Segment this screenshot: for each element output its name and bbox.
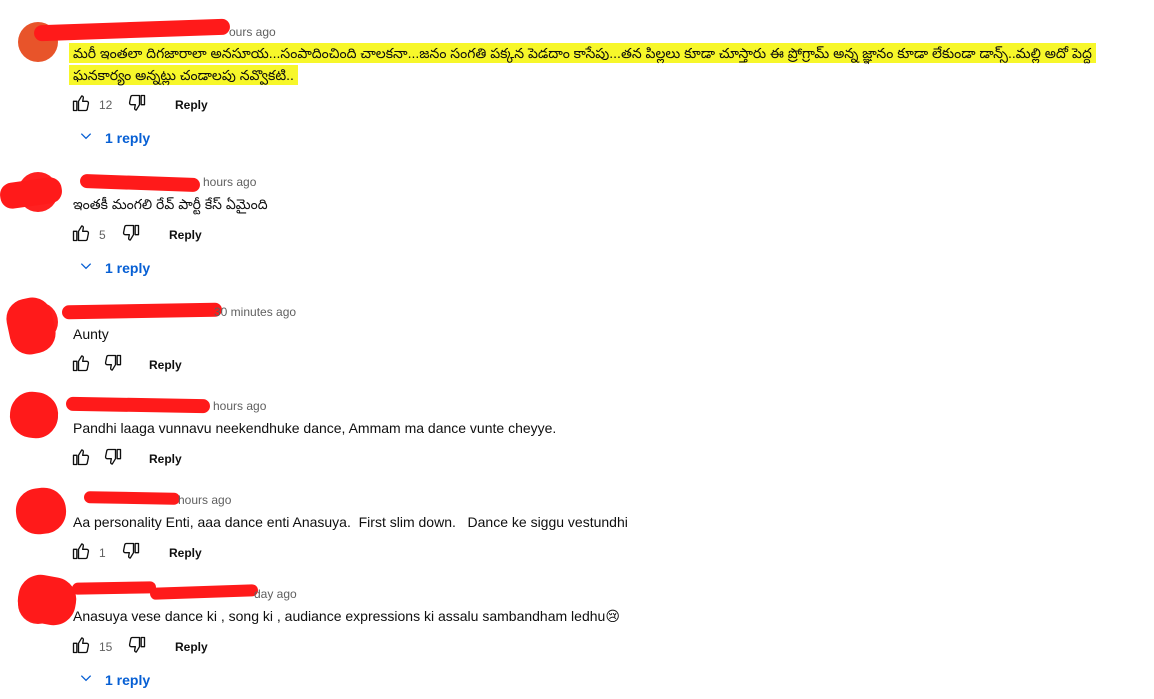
comment-actions: 15 Reply xyxy=(69,635,208,659)
like-count: 12 xyxy=(99,98,113,112)
thumbs-down-icon xyxy=(103,447,123,472)
reply-button[interactable]: Reply xyxy=(149,358,182,372)
view-replies-button[interactable]: 1 reply xyxy=(79,259,150,276)
thumbs-up-icon xyxy=(71,223,91,248)
comment-text-content: Anasuya vese dance ki , song ki , audian… xyxy=(73,608,606,624)
redaction-mark xyxy=(0,175,64,211)
dislike-button[interactable] xyxy=(125,93,149,117)
comment-text: Pandhi laaga vunnavu neekendhuke dance, … xyxy=(73,420,557,436)
thumbs-up-icon xyxy=(71,447,91,472)
crying-emoji: 😢 xyxy=(605,608,620,624)
comment-actions: 5 Reply xyxy=(69,223,202,247)
chevron-down-icon xyxy=(79,259,105,276)
thumbs-down-icon xyxy=(127,635,147,660)
reply-button[interactable]: Reply xyxy=(169,228,202,242)
comment-time: day ago xyxy=(254,587,297,601)
comment-actions: Reply xyxy=(69,447,182,471)
replies-count: 1 reply xyxy=(105,259,151,276)
highlighted-text: మరీ ఇంతలా దిగజారాలా అనసూయ...సంపాదించింది… xyxy=(69,43,1096,85)
dislike-button[interactable] xyxy=(101,353,125,377)
reply-button[interactable]: Reply xyxy=(149,452,182,466)
comment-text: Aa personality Enti, aaa dance enti Anas… xyxy=(73,514,628,530)
comment-actions: 12 Reply xyxy=(69,93,208,117)
like-button[interactable] xyxy=(69,541,93,565)
thumbs-down-icon xyxy=(127,93,147,118)
thumbs-down-icon xyxy=(121,223,141,248)
dislike-button[interactable] xyxy=(119,541,143,565)
redaction-mark xyxy=(13,485,69,537)
redaction-mark xyxy=(65,396,211,414)
thumbs-up-icon xyxy=(71,93,91,118)
comment-actions: Reply xyxy=(69,353,182,377)
like-count: 1 xyxy=(99,546,106,560)
dislike-button[interactable] xyxy=(101,447,125,471)
like-button[interactable] xyxy=(69,223,93,247)
comment-text: ఇంతకీ మంగలి రేవ్ పార్టీ కేస్ ఏమైంది xyxy=(73,196,268,212)
redaction-mark xyxy=(61,302,223,320)
replies-count: 1 reply xyxy=(105,129,151,146)
redaction-mark xyxy=(7,388,61,442)
reply-button[interactable]: Reply xyxy=(175,640,208,654)
redaction-mark xyxy=(71,581,157,595)
thumbs-up-icon xyxy=(71,635,91,660)
comment-time: hours ago xyxy=(213,399,267,413)
replies-count: 1 reply xyxy=(105,671,151,688)
like-button[interactable] xyxy=(69,353,93,377)
redaction-mark xyxy=(83,491,181,505)
like-count: 5 xyxy=(99,228,106,242)
reply-button[interactable]: Reply xyxy=(169,546,202,560)
redaction-mark xyxy=(14,571,80,629)
thumbs-up-icon xyxy=(71,541,91,566)
dislike-button[interactable] xyxy=(125,635,149,659)
comment-time: hours ago xyxy=(203,175,257,189)
comment-text: Aunty xyxy=(73,326,109,342)
redaction-mark xyxy=(79,173,201,193)
like-button[interactable] xyxy=(69,93,93,117)
view-replies-button[interactable]: 1 reply xyxy=(79,129,150,146)
comment-time: hours ago xyxy=(178,493,232,507)
dislike-button[interactable] xyxy=(119,223,143,247)
comment-text: Anasuya vese dance ki , song ki , audian… xyxy=(73,605,620,627)
thumbs-down-icon xyxy=(121,541,141,566)
redaction-mark xyxy=(33,18,231,42)
chevron-down-icon xyxy=(79,129,105,146)
like-button[interactable] xyxy=(69,635,93,659)
redaction-mark xyxy=(2,293,60,359)
comment-actions: 1 Reply xyxy=(69,541,202,565)
thumbs-down-icon xyxy=(103,353,123,378)
comment-text: మరీ ఇంతలా దిగజారాలా అనసూయ...సంపాదించింది… xyxy=(69,42,1129,86)
comment-time: ours ago xyxy=(229,25,276,39)
chevron-down-icon xyxy=(79,671,105,688)
reply-button[interactable]: Reply xyxy=(175,98,208,112)
view-replies-button[interactable]: 1 reply xyxy=(79,671,150,688)
like-count: 15 xyxy=(99,640,113,654)
redaction-mark xyxy=(149,584,259,600)
comment-time: 30 minutes ago xyxy=(214,305,297,319)
thumbs-up-icon xyxy=(71,353,91,378)
like-button[interactable] xyxy=(69,447,93,471)
